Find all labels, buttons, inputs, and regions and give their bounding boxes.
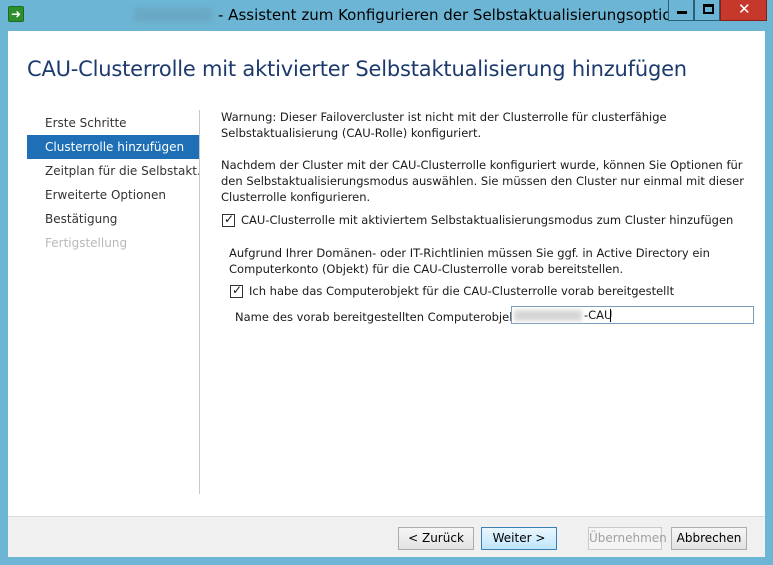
cancel-button[interactable]: Abbrechen — [671, 527, 747, 550]
prestaged-checkbox-label[interactable]: Ich habe das Computerobjekt für die CAU-… — [249, 283, 674, 299]
title-bar[interactable]: ➜ - Assistent zum Konfigurieren der Selb… — [0, 0, 773, 31]
wizard-arrow-icon: ➜ — [8, 6, 24, 22]
warning-text: Warnung: Dieser Failovercluster ist nich… — [221, 110, 667, 140]
apply-button: Übernehmen — [588, 527, 667, 550]
add-role-checkbox-label[interactable]: CAU-Clusterrolle mit aktiviertem Selbsta… — [241, 212, 733, 228]
nav-step-erste-schritte[interactable]: Erste Schritte — [27, 111, 199, 135]
minimize-button[interactable] — [668, 0, 694, 21]
checkmark-icon: ✓ — [232, 282, 243, 297]
maximize-button[interactable] — [694, 0, 720, 21]
computer-object-value: -CAU — [584, 308, 613, 322]
policy-note: Aufgrund Ihrer Domänen- oder IT-Richtlin… — [229, 246, 710, 276]
maximize-icon — [703, 4, 714, 14]
wizard-footer: < Zurück Weiter > Übernehmen Abbrechen — [8, 516, 765, 557]
minimize-icon — [677, 11, 687, 14]
info-text: Nachdem der Cluster mit der CAU-Clusterr… — [221, 158, 744, 204]
divider — [199, 110, 200, 494]
nav-step-erweiterte-optionen[interactable]: Erweiterte Optionen — [27, 183, 199, 207]
text-caret — [610, 309, 611, 322]
add-role-checkbox-row[interactable]: ✓ CAU-Clusterrolle mit aktiviertem Selbs… — [222, 212, 733, 228]
checkmark-icon: ✓ — [224, 211, 235, 226]
next-button[interactable]: Weiter > — [481, 527, 557, 550]
redacted-computer-name — [514, 310, 582, 321]
redacted-cluster-name — [134, 8, 212, 22]
nav-step-bestaetigung[interactable]: Bestätigung — [27, 207, 199, 231]
wizard-window: ➜ - Assistent zum Konfigurieren der Selb… — [0, 0, 773, 565]
window-title: - Assistent zum Konfigurieren der Selbst… — [218, 6, 700, 24]
wizard-client-area: CAU-Clusterrolle mit aktivierter Selbsta… — [8, 31, 765, 557]
add-role-checkbox[interactable]: ✓ — [222, 211, 235, 227]
nav-step-fertigstellung: Fertigstellung — [45, 236, 128, 250]
close-icon: ✕ — [738, 0, 751, 18]
page-title: CAU-Clusterrolle mit aktivierter Selbsta… — [27, 57, 687, 81]
nav-step-zeitplan[interactable]: Zeitplan für die Selbstakt... — [27, 159, 199, 183]
back-button[interactable]: < Zurück — [398, 527, 474, 550]
close-button[interactable]: ✕ — [720, 0, 767, 21]
computer-object-input[interactable]: -CAU — [511, 306, 754, 324]
prestaged-checkbox-row[interactable]: ✓ Ich habe das Computerobjekt für die CA… — [230, 283, 674, 299]
computer-object-label: Name des vorab bereitgestellten Computer… — [235, 310, 531, 324]
nav-step-clusterrolle-hinzufuegen[interactable]: Clusterrolle hinzufügen — [27, 135, 199, 159]
wizard-step-list: Erste Schritte Clusterrolle hinzufügen Z… — [27, 111, 199, 255]
prestaged-checkbox[interactable]: ✓ — [230, 282, 243, 298]
